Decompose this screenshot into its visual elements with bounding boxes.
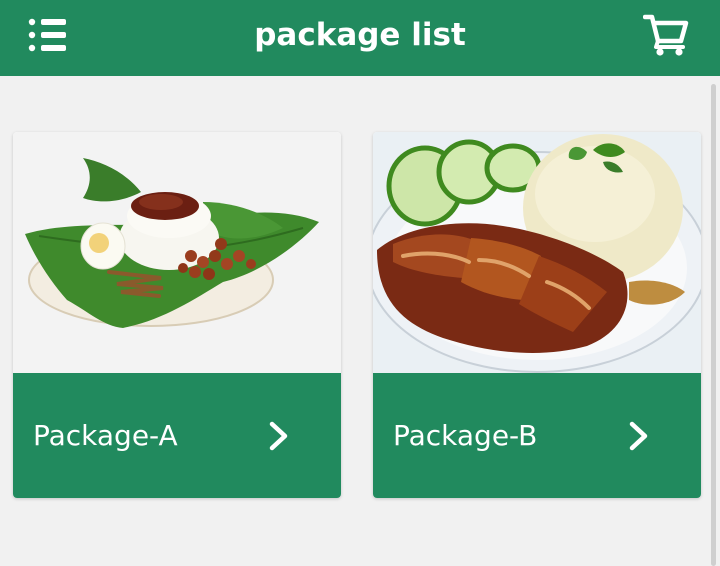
package-a-footer[interactable]: Package-A xyxy=(13,373,341,498)
package-a-label: Package-A xyxy=(33,419,178,452)
package-b-footer[interactable]: Package-B xyxy=(373,373,701,498)
package-card-a[interactable]: Package-A xyxy=(13,132,341,498)
menu-button[interactable] xyxy=(22,12,74,58)
menu-list-icon xyxy=(28,18,66,52)
package-b-image xyxy=(373,132,701,373)
package-a-image xyxy=(13,132,341,373)
scrollbar[interactable] xyxy=(711,84,716,566)
chevron-right-icon xyxy=(619,416,659,456)
shopping-cart-icon xyxy=(643,14,689,56)
chevron-right-icon xyxy=(259,416,299,456)
app-bar: package list xyxy=(0,0,720,76)
package-card-b[interactable]: Package-B xyxy=(373,132,701,498)
cart-button[interactable] xyxy=(640,10,692,60)
package-b-label: Package-B xyxy=(393,419,538,452)
page-title: package list xyxy=(254,17,466,53)
